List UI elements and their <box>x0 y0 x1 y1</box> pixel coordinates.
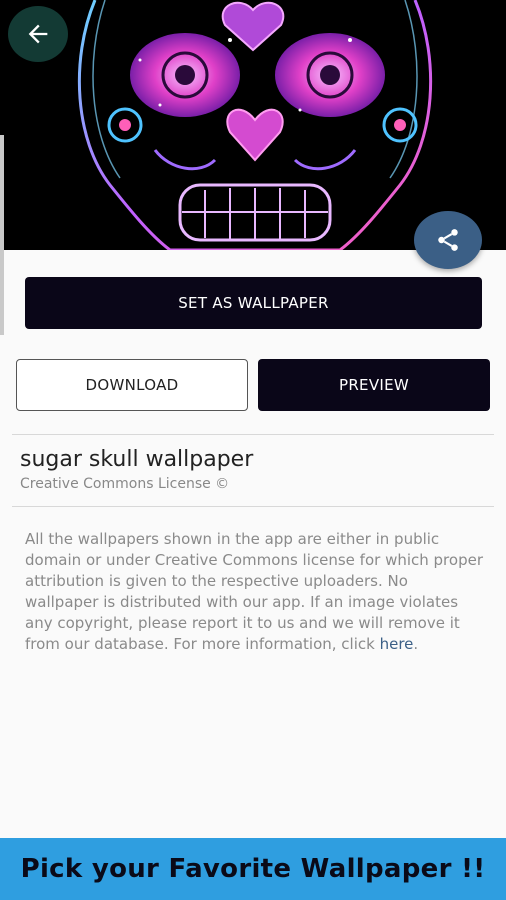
license-label: Creative Commons License © <box>20 476 230 492</box>
download-button[interactable]: DOWNLOAD <box>16 359 248 411</box>
more-info-link[interactable]: here <box>380 635 414 653</box>
arrow-left-icon <box>28 24 48 44</box>
sugar-skull-illustration <box>77 0 433 250</box>
set-as-wallpaper-button[interactable]: SET AS WALLPAPER <box>25 277 482 329</box>
preview-button[interactable]: PREVIEW <box>258 359 490 411</box>
back-button[interactable] <box>8 6 68 62</box>
share-icon <box>438 229 458 251</box>
left-edge-indicator <box>0 135 4 335</box>
copyright-disclaimer: All the wallpapers shown in the app are … <box>25 529 485 655</box>
wallpaper-preview-image <box>0 0 506 250</box>
disclaimer-end: . <box>413 635 419 653</box>
divider <box>12 434 494 435</box>
share-button[interactable] <box>414 211 482 269</box>
promo-banner[interactable]: Pick your Favorite Wallpaper !! <box>0 838 506 900</box>
divider <box>12 506 494 507</box>
wallpaper-title: sugar skull wallpaper <box>20 447 254 472</box>
